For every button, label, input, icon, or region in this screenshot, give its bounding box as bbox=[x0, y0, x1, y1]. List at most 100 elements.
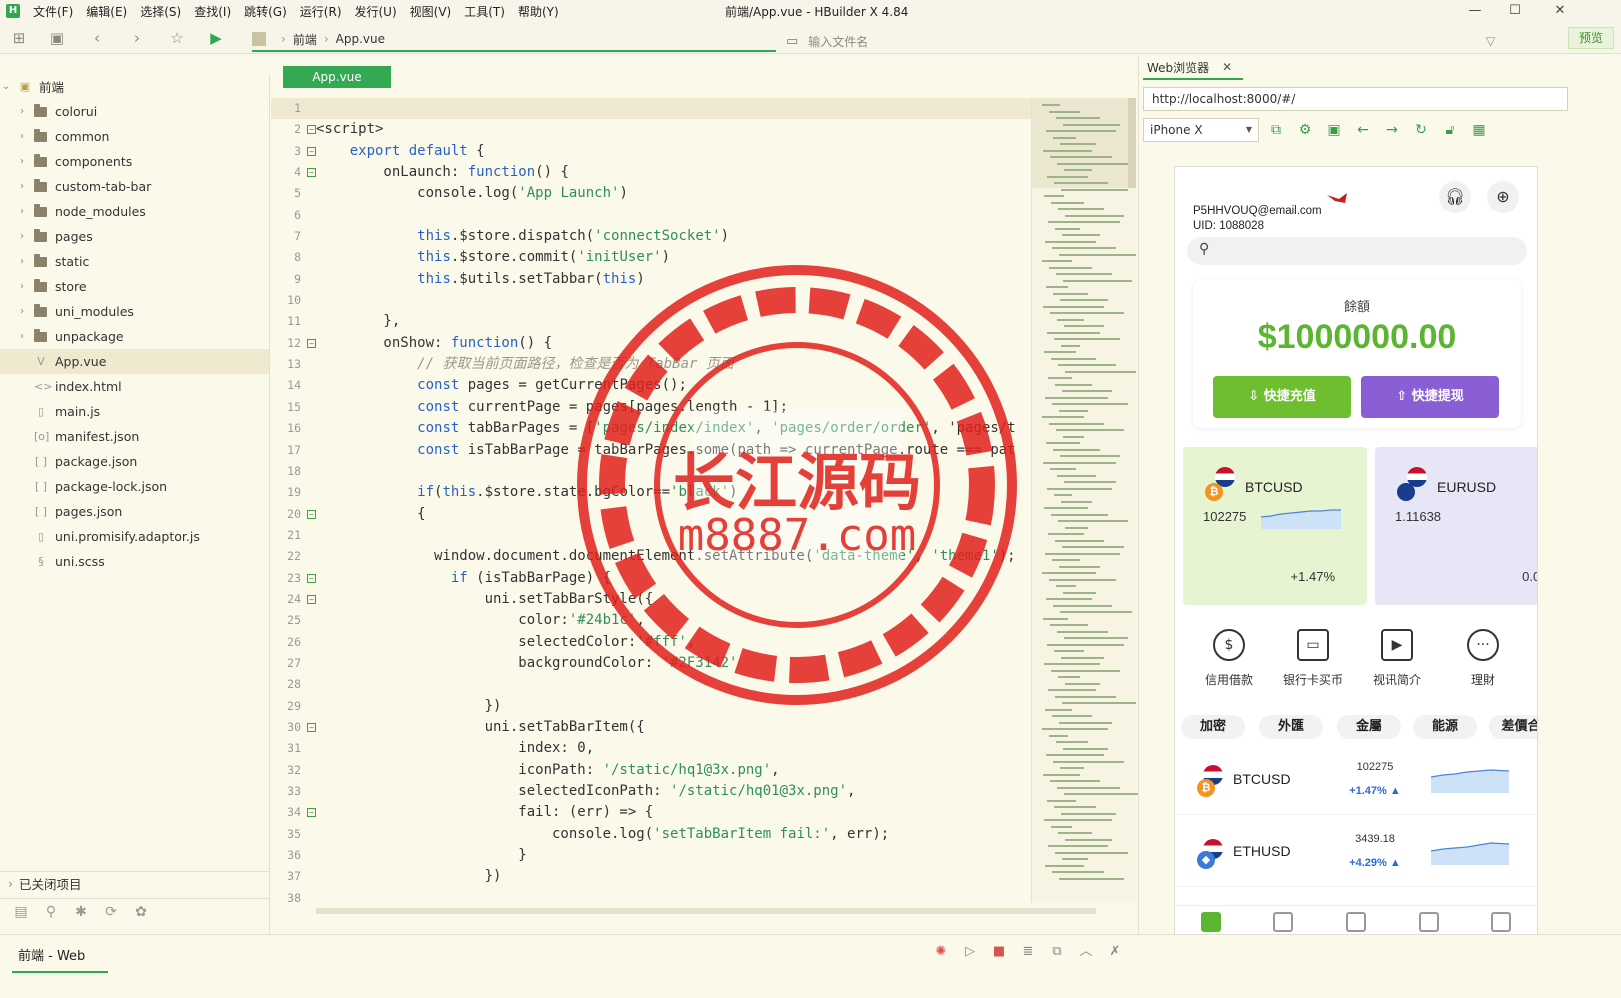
fold-toggle-icon[interactable]: − bbox=[307, 338, 316, 348]
save-icon[interactable]: ▣ bbox=[48, 29, 66, 47]
close-window-button[interactable]: ✕ bbox=[1540, 1, 1580, 21]
menu-edit[interactable]: 编辑(E) bbox=[86, 3, 127, 20]
clear-icon[interactable]: ✗ bbox=[1106, 943, 1124, 961]
fold-toggle-icon[interactable]: − bbox=[307, 125, 316, 135]
code-line[interactable]: 2− <script> bbox=[271, 119, 1061, 140]
tree-item-manifest-json[interactable]: [o] manifest.json bbox=[0, 424, 269, 449]
breadcrumb-project[interactable]: 前端 bbox=[293, 31, 317, 48]
tree-item-node-modules[interactable]: › node_modules bbox=[0, 199, 269, 224]
maximize-button[interactable]: ☐ bbox=[1495, 1, 1535, 21]
nav-credit-loan[interactable]: $ 信用借款 bbox=[1189, 629, 1269, 688]
fold-toggle-icon[interactable]: − bbox=[307, 808, 316, 818]
menu-find[interactable]: 查找(I) bbox=[194, 3, 231, 20]
code-line[interactable]: 13 // 获取当前页面路径，检查是否为 TabBar 页面 bbox=[271, 354, 1061, 375]
code-line[interactable]: 29 }) bbox=[271, 696, 1061, 717]
tree-item-components[interactable]: › components bbox=[0, 149, 269, 174]
menu-select[interactable]: 选择(S) bbox=[140, 3, 181, 20]
fold-toggle-icon[interactable]: − bbox=[307, 573, 316, 583]
source-control-icon[interactable]: ⟳ bbox=[96, 904, 126, 920]
category-forex[interactable]: 外匯 bbox=[1259, 715, 1323, 739]
search-icon[interactable]: ⚲ bbox=[36, 904, 66, 920]
market-row-btcusd[interactable]: ₿ BTCUSD 102275 +1.47% ▲ bbox=[1175, 745, 1537, 815]
tree-item-store[interactable]: › store bbox=[0, 274, 269, 299]
code-line[interactable]: 11 }, bbox=[271, 311, 1061, 332]
open-external-icon[interactable]: ⧉ bbox=[1048, 943, 1066, 961]
settings-icon[interactable]: ⚙ bbox=[1296, 121, 1314, 139]
code-area[interactable]: 1 2− <script> 3− export default {4− onLaunc… bbox=[271, 98, 1061, 906]
withdraw-button[interactable]: ⇧ 快捷提现 bbox=[1361, 376, 1499, 418]
code-line[interactable]: 33 selectedIconPath: '/static/hq01@3x.pn… bbox=[271, 781, 1061, 802]
lock-icon[interactable]: 🔓︎ bbox=[1441, 121, 1459, 139]
tree-item-app-vue[interactable]: V App.vue bbox=[0, 349, 269, 374]
quote-card-eurusd[interactable]: EURUSD 1.11638 0.00% bbox=[1375, 447, 1537, 605]
close-icon[interactable]: ✕ bbox=[1222, 60, 1232, 74]
tree-item-pages[interactable]: › pages bbox=[0, 224, 269, 249]
new-file-icon[interactable]: ⊞ bbox=[10, 29, 28, 47]
search-bar[interactable]: ⚲ bbox=[1187, 237, 1527, 265]
chevron-up-icon[interactable]: ︿ bbox=[1077, 943, 1095, 961]
code-line[interactable]: 26 selectedColor:'#fff', bbox=[271, 632, 1061, 653]
refresh-icon[interactable]: ↻ bbox=[1412, 121, 1430, 139]
tree-item-static[interactable]: › static bbox=[0, 249, 269, 274]
url-input[interactable]: http://localhost:8000/#/ bbox=[1143, 87, 1568, 111]
menu-view[interactable]: 视图(V) bbox=[410, 3, 452, 20]
category-cfd[interactable]: 差價合 bbox=[1489, 715, 1537, 739]
tree-item-uni-scss[interactable]: § uni.scss bbox=[0, 549, 269, 574]
code-line[interactable]: 36 } bbox=[271, 845, 1061, 866]
back-icon[interactable]: ‹ bbox=[88, 29, 106, 47]
code-line[interactable]: 5 console.log('App Launch') bbox=[271, 183, 1061, 204]
project-root[interactable]: ⌄ ▣ 前端 bbox=[0, 74, 269, 99]
minimize-button[interactable]: — bbox=[1455, 1, 1495, 21]
tree-item-package-lock-json[interactable]: [ ] package-lock.json bbox=[0, 474, 269, 499]
code-line[interactable]: 31 index: 0, bbox=[271, 738, 1061, 759]
code-line[interactable]: 16 const tabBarPages = ['pages/index/ind… bbox=[271, 418, 1061, 439]
code-line[interactable]: 38 bbox=[271, 888, 1061, 906]
tree-item-custom-tab-bar[interactable]: › custom-tab-bar bbox=[0, 174, 269, 199]
code-line[interactable]: 34− fail: (err) => { bbox=[271, 802, 1061, 823]
category-energy[interactable]: 能源 bbox=[1413, 715, 1477, 739]
code-line[interactable]: 30− uni.setTabBarItem({ bbox=[271, 717, 1061, 738]
tree-item-colorui[interactable]: › colorui bbox=[0, 99, 269, 124]
code-line[interactable]: 15 const currentPage = pages[pages.lengt… bbox=[271, 397, 1061, 418]
stop-icon[interactable]: ■ bbox=[990, 943, 1008, 961]
tree-item-uni-modules[interactable]: › uni_modules bbox=[0, 299, 269, 324]
run-icon[interactable]: ▶ bbox=[207, 29, 225, 47]
debug-icon[interactable]: ✱ bbox=[66, 904, 96, 920]
code-line[interactable]: 9 this.$utils.setTabbar(this) bbox=[271, 269, 1061, 290]
code-line[interactable]: 35 console.log('setTabBarItem fail:', er… bbox=[271, 824, 1061, 845]
play-icon[interactable]: ▷ bbox=[961, 943, 979, 961]
menu-help[interactable]: 帮助(Y) bbox=[518, 3, 559, 20]
nav-bank-card-buy[interactable]: ▭ 银行卡买币 bbox=[1273, 629, 1353, 688]
code-line[interactable]: 25 color:'#24b1c', bbox=[271, 610, 1061, 631]
extensions-icon[interactable]: ✿ bbox=[126, 904, 156, 920]
bug-icon[interactable]: ✺ bbox=[932, 943, 950, 961]
menu-goto[interactable]: 跳转(G) bbox=[244, 3, 287, 20]
tree-item-index-html[interactable]: <> index.html bbox=[0, 374, 269, 399]
code-line[interactable]: 20− { bbox=[271, 504, 1061, 525]
category-crypto[interactable]: 加密 bbox=[1181, 715, 1245, 739]
fold-toggle-icon[interactable]: − bbox=[307, 594, 316, 604]
console-icon[interactable]: ▣ bbox=[1325, 121, 1343, 139]
code-line[interactable]: 22 window.document.documentElement.setAt… bbox=[271, 546, 1061, 567]
market-row-ethusd[interactable]: ◆ ETHUSD 3439.18 +4.29% ▲ bbox=[1175, 817, 1537, 887]
tree-item-common[interactable]: › common bbox=[0, 124, 269, 149]
filter-list-icon[interactable]: ≣ bbox=[1019, 943, 1037, 961]
code-line[interactable]: 32 iconPath: '/static/hq1@3x.png', bbox=[271, 760, 1061, 781]
fold-toggle-icon[interactable]: − bbox=[307, 722, 316, 732]
code-line[interactable]: 8 this.$store.commit('initUser') bbox=[271, 247, 1061, 268]
code-line[interactable]: 23− if (isTabBarPage) { bbox=[271, 568, 1061, 589]
star-icon[interactable]: ☆ bbox=[168, 29, 186, 47]
web-browser-tab[interactable]: Web浏览器 ✕ bbox=[1143, 56, 1243, 80]
editor-tab-app-vue[interactable]: App.vue bbox=[283, 66, 391, 88]
deposit-button[interactable]: ⇩ 快捷充值 bbox=[1213, 376, 1351, 418]
code-line[interactable]: 21 bbox=[271, 525, 1061, 546]
tree-item-main-js[interactable]: ▯ main.js bbox=[0, 399, 269, 424]
code-line[interactable]: 28 bbox=[271, 674, 1061, 695]
menu-publish[interactable]: 发行(U) bbox=[355, 3, 397, 20]
code-line[interactable]: 10 bbox=[271, 290, 1061, 311]
tree-item-package-json[interactable]: [ ] package.json bbox=[0, 449, 269, 474]
code-line[interactable]: 1 bbox=[271, 98, 1061, 120]
preview-button[interactable]: 预览 bbox=[1568, 27, 1614, 49]
menu-run[interactable]: 运行(R) bbox=[300, 3, 342, 20]
code-line[interactable]: 6 bbox=[271, 205, 1061, 226]
